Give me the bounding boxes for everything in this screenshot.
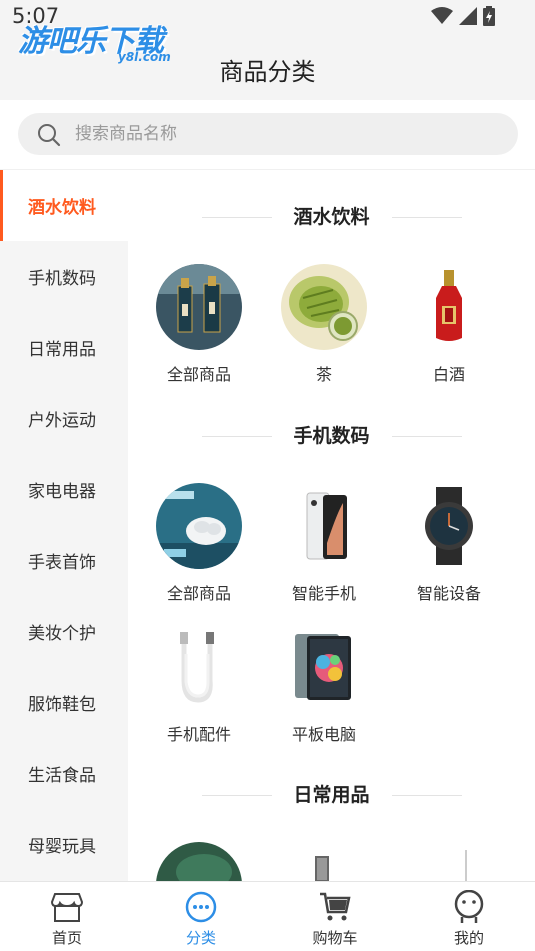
search-icon bbox=[38, 124, 61, 147]
subcategory-baijiu[interactable]: 白酒 bbox=[389, 264, 509, 394]
sidebar-item-beauty[interactable]: 美妆个护 bbox=[0, 596, 128, 667]
sidebar-item-watches[interactable]: 手表首饰 bbox=[0, 525, 128, 596]
sidebar-item-label: 家电电器 bbox=[28, 482, 96, 502]
sidebar-item-drinks[interactable]: 酒水饮料 bbox=[0, 170, 128, 241]
product-thumbnail bbox=[156, 483, 242, 569]
product-thumbnail bbox=[281, 842, 367, 881]
cart-icon bbox=[320, 892, 351, 921]
section-header: 酒水饮料 bbox=[128, 202, 535, 232]
sidebar-item-label: 生活食品 bbox=[28, 766, 96, 786]
subcategory-label: 白酒 bbox=[432, 365, 465, 384]
section-title: 酒水饮料 bbox=[293, 206, 370, 228]
sidebar-item-label: 日常用品 bbox=[28, 340, 96, 360]
tab-label: 首页 bbox=[51, 929, 82, 947]
signal-icon bbox=[459, 7, 477, 25]
page-title: 商品分类 bbox=[219, 58, 316, 86]
tab-home[interactable]: 首页 bbox=[0, 882, 134, 951]
sidebar-item-label: 手表首饰 bbox=[28, 553, 96, 573]
category-icon bbox=[185, 891, 217, 923]
sidebar-item-apparel[interactable]: 服饰鞋包 bbox=[0, 667, 128, 738]
product-thumbnail bbox=[281, 264, 367, 350]
sidebar-item-label: 酒水饮料 bbox=[28, 198, 96, 218]
battery-icon bbox=[483, 6, 495, 26]
subcategory-tablet[interactable]: 平板电脑 bbox=[264, 624, 384, 754]
product-thumbnail bbox=[406, 264, 492, 350]
product-thumbnail bbox=[406, 483, 492, 569]
product-thumbnail bbox=[281, 483, 367, 569]
subcategory-label: 茶 bbox=[315, 365, 332, 384]
tab-label: 购物车 bbox=[312, 929, 358, 947]
wifi-icon bbox=[431, 7, 453, 24]
section-header: 手机数码 bbox=[128, 421, 535, 451]
section-title: 手机数码 bbox=[293, 425, 370, 447]
tab-category[interactable]: 分类 bbox=[134, 882, 268, 951]
product-thumbnail bbox=[156, 264, 242, 350]
subcategory-label: 全部商品 bbox=[166, 365, 231, 384]
subcategory-phone-accessories[interactable]: 手机配件 bbox=[139, 624, 259, 754]
product-thumbnail bbox=[156, 624, 242, 710]
subcategory-label: 全部商品 bbox=[166, 584, 231, 603]
category-content: 酒水饮料 全部商品 茶 白酒 手机数码 全部商品 智能手机 智能设备 手机配件 … bbox=[128, 170, 535, 881]
bottom-tab-bar: 首页 分类 购物车 我的 bbox=[0, 881, 535, 951]
subcategory-tea[interactable]: 茶 bbox=[264, 264, 384, 394]
sidebar-item-daily[interactable]: 日常用品 bbox=[0, 312, 128, 383]
app-root: 5:07 游吧乐下载 y8l.com 商品分类 酒水饮料 手机数码 日常用品 户… bbox=[0, 0, 535, 951]
section-title: 日常用品 bbox=[293, 784, 370, 806]
sidebar-item-baby[interactable]: 母婴玩具 bbox=[0, 809, 128, 880]
sidebar-item-label: 母婴玩具 bbox=[28, 837, 96, 857]
subcategory-label: 平板电脑 bbox=[291, 725, 356, 744]
product-thumbnail bbox=[156, 842, 242, 881]
section-header: 日常用品 bbox=[128, 780, 535, 810]
category-sidebar: 酒水饮料 手机数码 日常用品 户外运动 家电电器 手表首饰 美妆个护 服饰鞋包 … bbox=[0, 170, 128, 881]
tab-label: 我的 bbox=[453, 929, 484, 947]
home-store-icon bbox=[50, 893, 84, 922]
subcategory-label: 智能设备 bbox=[416, 584, 481, 603]
tab-label: 分类 bbox=[185, 929, 216, 947]
sidebar-item-digital[interactable]: 手机数码 bbox=[0, 241, 128, 312]
product-thumbnail bbox=[281, 624, 367, 710]
subcategory-daily-item[interactable] bbox=[139, 842, 259, 881]
search-area bbox=[0, 100, 535, 170]
sidebar-item-food[interactable]: 生活食品 bbox=[0, 738, 128, 809]
search-input[interactable] bbox=[75, 113, 495, 155]
status-icons bbox=[431, 6, 495, 26]
subcategory-label: 手机配件 bbox=[166, 725, 231, 744]
sidebar-item-outdoor[interactable]: 户外运动 bbox=[0, 383, 128, 454]
sidebar-item-label: 美妆个护 bbox=[28, 624, 96, 644]
sidebar-item-label: 服饰鞋包 bbox=[28, 695, 96, 715]
subcategory-all-drinks[interactable]: 全部商品 bbox=[139, 264, 259, 394]
sidebar-item-label: 户外运动 bbox=[28, 411, 96, 431]
header-bar: 5:07 游吧乐下载 y8l.com 商品分类 bbox=[0, 0, 535, 100]
subcategory-label: 智能手机 bbox=[291, 584, 356, 603]
sidebar-item-appliances[interactable]: 家电电器 bbox=[0, 454, 128, 525]
tab-profile[interactable]: 我的 bbox=[402, 882, 535, 951]
sidebar-item-label: 手机数码 bbox=[28, 269, 96, 289]
subcategory-daily-item[interactable] bbox=[389, 842, 509, 881]
tab-cart[interactable]: 购物车 bbox=[268, 882, 402, 951]
subcategory-all-digital[interactable]: 全部商品 bbox=[139, 483, 259, 613]
subcategory-smartphone[interactable]: 智能手机 bbox=[264, 483, 384, 613]
subcategory-smart-device[interactable]: 智能设备 bbox=[389, 483, 509, 613]
profile-icon bbox=[454, 890, 484, 923]
product-thumbnail bbox=[406, 842, 492, 881]
search-bar[interactable] bbox=[18, 113, 518, 155]
subcategory-daily-item[interactable] bbox=[264, 842, 384, 881]
